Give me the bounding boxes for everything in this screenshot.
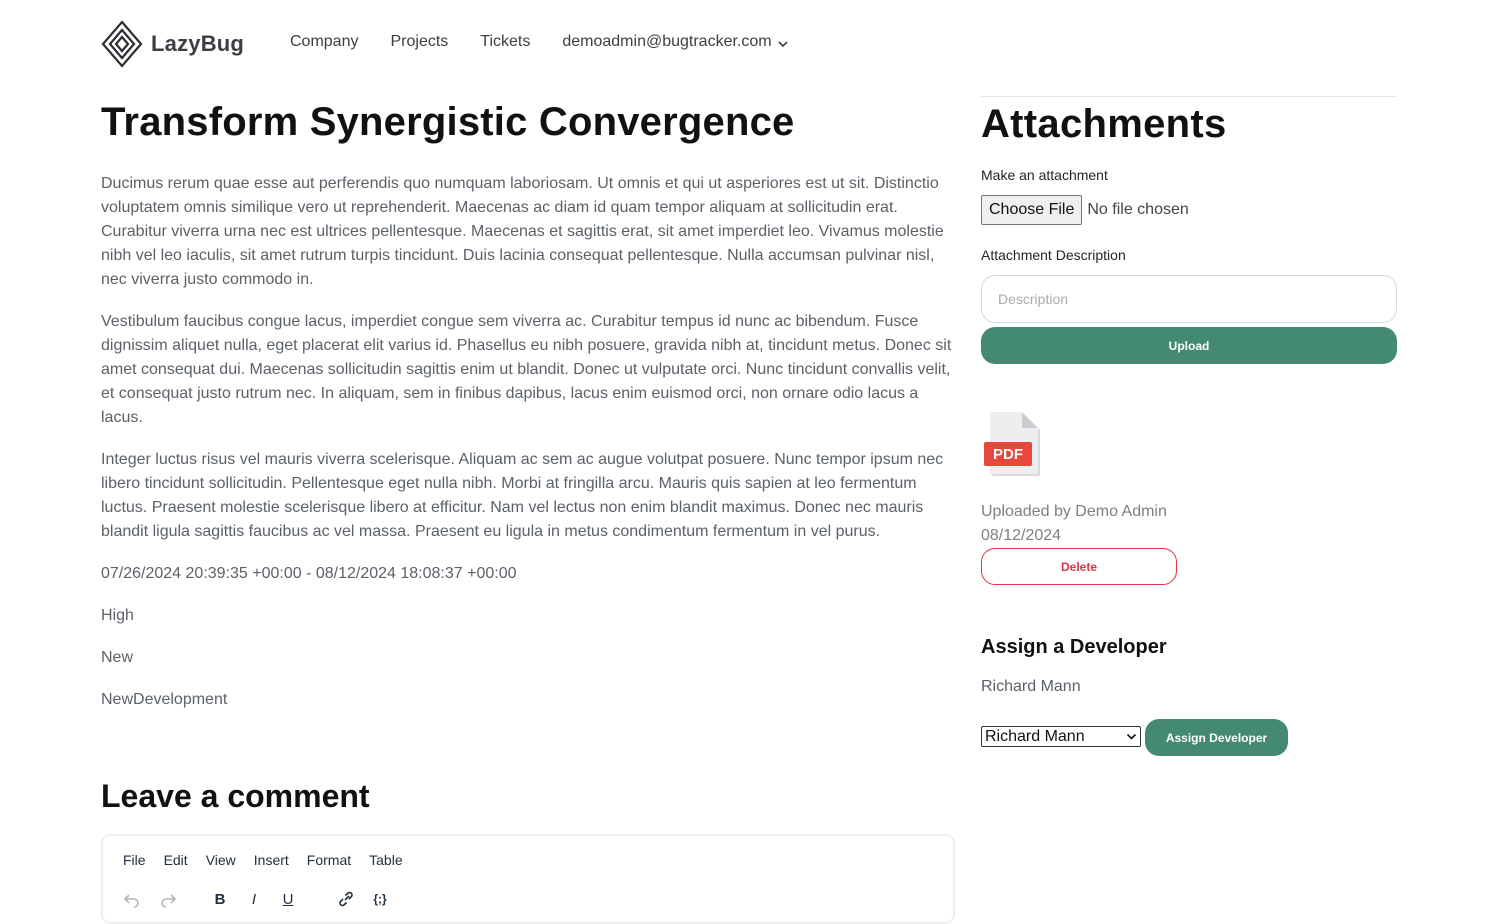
code-button[interactable]: {;} xyxy=(369,888,391,910)
file-status-text: No file chosen xyxy=(1087,201,1189,218)
editor-menu-view[interactable]: View xyxy=(206,852,236,868)
attachment-description-input[interactable] xyxy=(981,275,1397,323)
link-icon[interactable] xyxy=(335,888,357,910)
chevron-down-icon xyxy=(1126,733,1137,740)
ticket-type: NewDevelopment xyxy=(101,691,228,708)
editor-menu-table[interactable]: Table xyxy=(369,852,402,868)
undo-icon[interactable] xyxy=(121,888,143,910)
underline-button[interactable]: U xyxy=(277,888,299,910)
redo-icon[interactable] xyxy=(157,888,179,910)
chevron-down-icon xyxy=(778,40,788,47)
user-menu[interactable]: demoadmin@bugtracker.com xyxy=(562,33,788,51)
choose-file-button[interactable]: Choose File xyxy=(981,195,1083,225)
comment-editor[interactable]: File Edit View Insert Format Table B I U… xyxy=(101,834,955,924)
developer-select[interactable]: Richard Mann xyxy=(981,726,1141,747)
delete-attachment-button[interactable]: Delete xyxy=(981,548,1177,585)
ticket-status: New xyxy=(101,649,134,666)
uploaded-date: 08/12/2024 xyxy=(981,527,1062,544)
ticket-description-paragraph: Ducimus rerum quae esse aut perferendis … xyxy=(101,175,944,288)
uploaded-by: Uploaded by Demo Admin xyxy=(981,503,1167,520)
ticket-description-paragraph: Vestibulum faucibus congue lacus, imperd… xyxy=(101,313,952,426)
editor-menu-format[interactable]: Format xyxy=(307,852,351,868)
user-email: demoadmin@bugtracker.com xyxy=(562,33,772,50)
ticket-priority: High xyxy=(101,607,134,624)
nav-item-company[interactable]: Company xyxy=(290,33,358,51)
attachment-description-label: Attachment Description xyxy=(981,247,1126,263)
editor-menu-edit[interactable]: Edit xyxy=(164,852,188,868)
developer-select-value: Richard Mann xyxy=(985,727,1085,745)
nav-item-tickets[interactable]: Tickets xyxy=(480,33,530,51)
sidebar-divider xyxy=(981,96,1397,97)
make-attachment-label: Make an attachment xyxy=(981,167,1108,183)
editor-toolbar: B I U {;} xyxy=(121,888,391,910)
diamond-logo-icon xyxy=(101,20,143,68)
editor-menu-file[interactable]: File xyxy=(123,852,146,868)
ticket-details: Transform Synergistic Convergence Ducimu… xyxy=(101,98,957,730)
upload-button[interactable]: Upload xyxy=(981,327,1397,364)
assign-developer-button[interactable]: Assign Developer xyxy=(1145,719,1288,756)
bold-button[interactable]: B xyxy=(209,888,231,910)
assigned-developer-name: Richard Mann xyxy=(981,678,1081,695)
main-nav: Company Projects Tickets demoadmin@bugtr… xyxy=(290,33,789,51)
pdf-file-icon[interactable]: PDF xyxy=(984,412,1044,478)
editor-menubar: File Edit View Insert Format Table xyxy=(123,852,421,868)
pdf-label: PDF xyxy=(993,446,1023,463)
file-input: Choose File No file chosen xyxy=(981,195,1189,225)
italic-button[interactable]: I xyxy=(243,888,265,910)
comment-section-title: Leave a comment xyxy=(101,778,370,814)
upload-info: Uploaded by Demo Admin 08/12/2024 xyxy=(981,500,1167,548)
editor-menu-insert[interactable]: Insert xyxy=(254,852,289,868)
brand-name: LazyBug xyxy=(151,31,245,56)
ticket-description-paragraph: Integer luctus risus vel mauris viverra … xyxy=(101,451,944,540)
nav-item-projects[interactable]: Projects xyxy=(390,33,448,51)
assign-developer-title: Assign a Developer xyxy=(981,636,1167,658)
ticket-dates: 07/26/2024 20:39:35 +00:00 - 08/12/2024 … xyxy=(101,565,517,582)
attachments-title: Attachments xyxy=(981,102,1227,146)
brand-link[interactable]: LazyBug xyxy=(100,19,244,69)
ticket-title: Transform Synergistic Convergence xyxy=(101,100,795,144)
